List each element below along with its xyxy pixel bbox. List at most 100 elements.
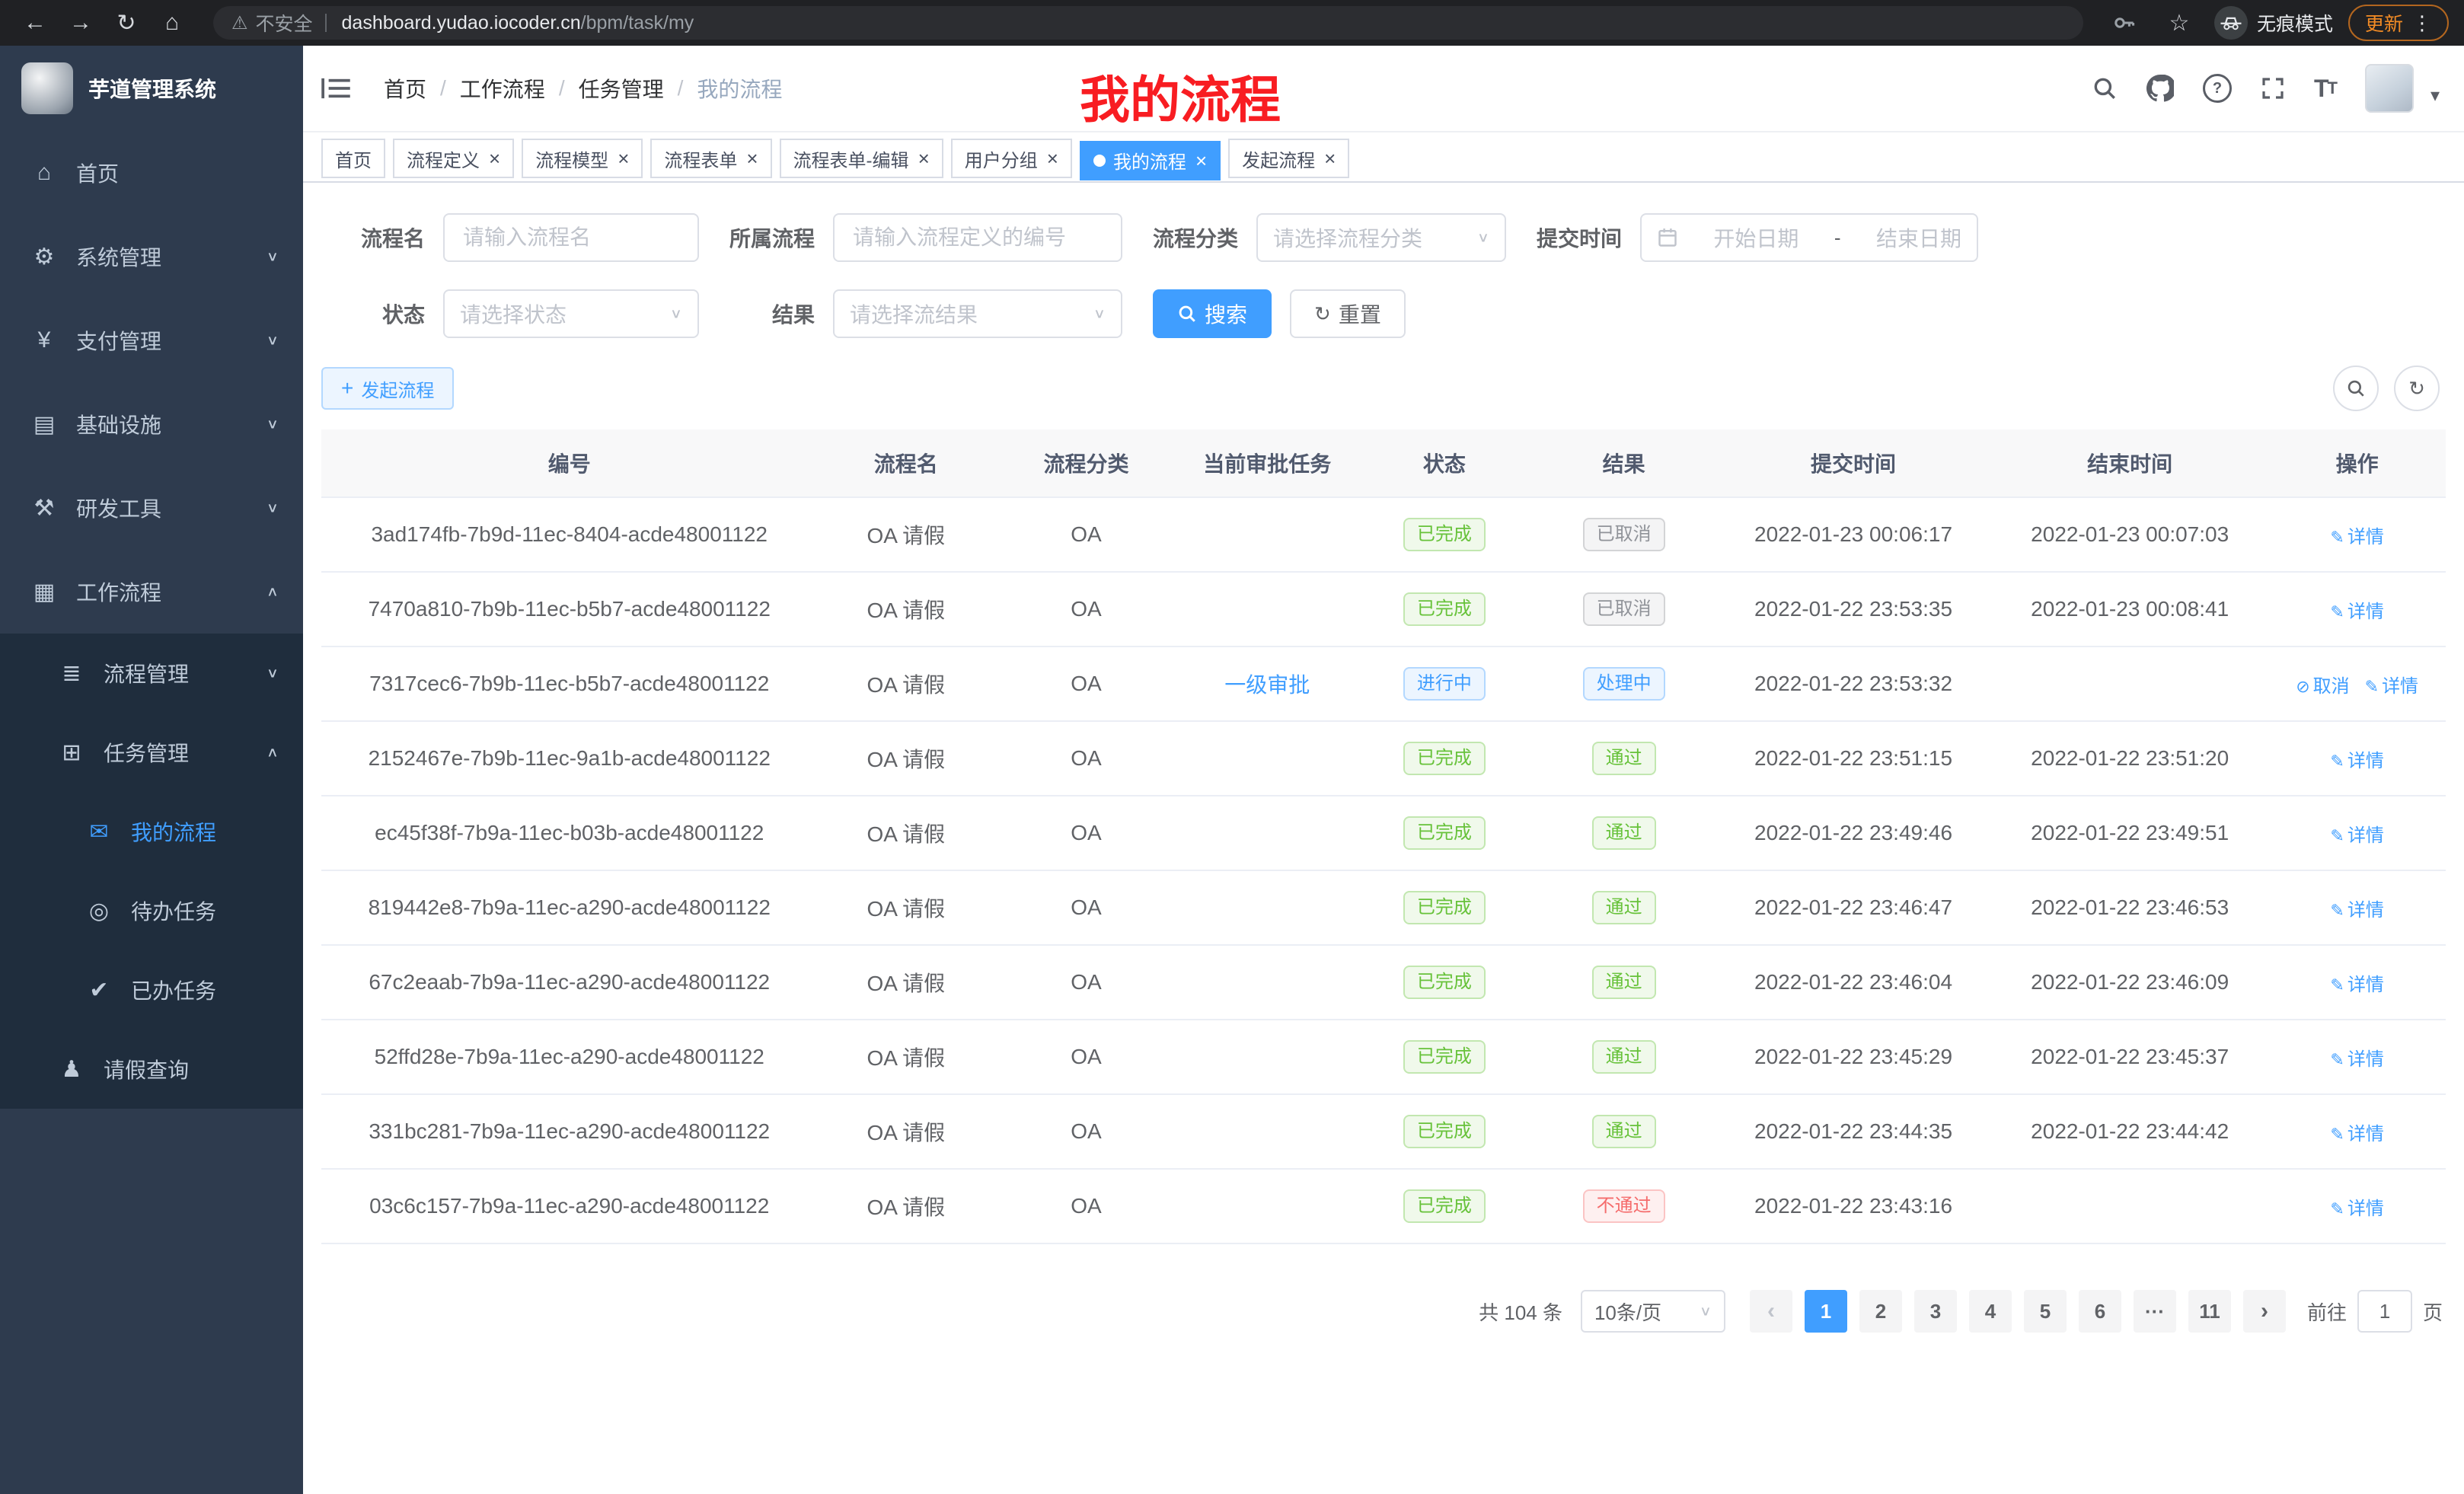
close-icon[interactable]: × (618, 148, 629, 168)
total-count: 共 104 条 (1479, 1298, 1562, 1326)
sidebar-item-home[interactable]: ⌂首页 (0, 131, 303, 215)
reset-button[interactable]: ↻ 重置 (1290, 289, 1406, 338)
back-icon[interactable]: ← (15, 5, 55, 41)
refresh-table-button[interactable]: ↻ (2394, 366, 2440, 411)
result-tag: 已取消 (1583, 592, 1665, 626)
user-avatar[interactable] (2365, 64, 2414, 113)
tab-process-form[interactable]: 流程表单× (650, 139, 771, 178)
tab-process-model[interactable]: 流程模型× (522, 139, 643, 178)
sidebar-item-dev-tools[interactable]: ⚒研发工具∨ (0, 466, 303, 550)
sidebar-item-task-management[interactable]: ⊞任务管理∧ (0, 713, 303, 792)
caret-down-icon[interactable]: ▾ (2430, 85, 2440, 113)
pagination-next-button[interactable]: › (2243, 1290, 2286, 1333)
cell-process-name: OA 请假 (817, 945, 994, 1020)
process-definition-input[interactable] (833, 213, 1122, 262)
detail-action-link[interactable]: ✎详情 (2330, 975, 2383, 995)
start-process-button[interactable]: + 发起流程 (321, 367, 454, 410)
detail-action-link[interactable]: ✎详情 (2330, 1124, 2383, 1144)
hamburger-icon[interactable] (303, 77, 365, 100)
close-icon[interactable]: × (1324, 148, 1336, 168)
close-icon[interactable]: × (1047, 148, 1058, 168)
sidebar-item-todo-task[interactable]: ◎待办任务 (0, 871, 303, 950)
close-icon[interactable]: × (1195, 151, 1207, 171)
detail-action-link[interactable]: ✎详情 (2330, 527, 2383, 547)
result-select[interactable]: 请选择流结果 ∨ (833, 289, 1122, 338)
page-size-select[interactable]: 10条/页 ∨ (1581, 1290, 1725, 1333)
status-select[interactable]: 请选择状态 ∨ (443, 289, 699, 338)
start-process-label: 发起流程 (361, 375, 434, 402)
browser-home-icon[interactable]: ⌂ (152, 5, 192, 41)
sidebar-item-my-process[interactable]: ✉我的流程 (0, 792, 303, 871)
pagination-page-3[interactable]: 3 (1914, 1290, 1957, 1333)
submit-time-range-picker[interactable]: 开始日期 - 结束日期 (1640, 213, 1978, 262)
breadcrumb-separator: / (440, 76, 446, 101)
tab-user-group[interactable]: 用户分组× (951, 139, 1072, 178)
sidebar-item-system-management[interactable]: ⚙系统管理∨ (0, 215, 303, 298)
search-icon[interactable] (2092, 75, 2118, 101)
action-icon: ✎ (2330, 975, 2344, 994)
toggle-search-button[interactable] (2333, 366, 2379, 411)
detail-action-link[interactable]: ✎详情 (2330, 825, 2383, 846)
process-name-input[interactable] (443, 213, 699, 262)
update-button[interactable]: 更新 ⋮ (2348, 5, 2449, 41)
close-icon[interactable]: × (489, 148, 500, 168)
sidebar-item-workflow[interactable]: ▦工作流程∧ (0, 550, 303, 634)
github-icon[interactable] (2146, 75, 2174, 102)
tab-process-form-edit[interactable]: 流程表单-编辑× (780, 139, 943, 178)
detail-action-link[interactable]: ✎详情 (2330, 751, 2383, 771)
column-header: 当前审批任务 (1178, 429, 1357, 497)
forward-icon[interactable]: → (61, 5, 101, 41)
close-icon[interactable]: × (918, 148, 930, 168)
tab-my-process[interactable]: 我的流程× (1080, 141, 1221, 180)
pagination-more-button[interactable]: ··· (2134, 1290, 2176, 1333)
sidebar-item-infrastructure[interactable]: ▤基础设施∨ (0, 382, 303, 466)
refresh-icon[interactable]: ↻ (107, 5, 146, 41)
pagination-page-6[interactable]: 6 (2079, 1290, 2121, 1333)
star-icon[interactable]: ☆ (2159, 5, 2199, 41)
pagination-prev-button[interactable]: ‹ (1750, 1290, 1792, 1333)
tab-start-process[interactable]: 发起流程× (1228, 139, 1349, 178)
detail-action-link[interactable]: ✎详情 (2365, 676, 2418, 697)
pagination-page-4[interactable]: 4 (1969, 1290, 2012, 1333)
tab-home[interactable]: 首页 (321, 139, 385, 178)
cell-category: OA (994, 1094, 1178, 1169)
key-icon[interactable] (2105, 5, 2144, 41)
cell-current-task (1178, 721, 1357, 796)
breadcrumb-workflow[interactable]: 工作流程 (460, 73, 545, 104)
chevron-down-icon: ∨ (1700, 1304, 1712, 1320)
breadcrumb-task-management[interactable]: 任务管理 (579, 73, 664, 104)
breadcrumb-separator: / (678, 76, 684, 101)
cell-current-task: 一级审批 (1178, 646, 1357, 721)
result-tag: 通过 (1592, 966, 1656, 999)
font-size-icon[interactable]: TT (2314, 75, 2336, 103)
pagination-page-1[interactable]: 1 (1805, 1290, 1847, 1333)
tab-process-definition[interactable]: 流程定义× (393, 139, 514, 178)
detail-action-link[interactable]: ✎详情 (2330, 602, 2383, 622)
help-icon[interactable]: ? (2203, 74, 2232, 103)
pagination-page-11[interactable]: 11 (2188, 1290, 2231, 1333)
page-unit-label: 页 (2423, 1298, 2443, 1326)
search-button[interactable]: 搜索 (1153, 289, 1272, 338)
status-tag: 已完成 (1403, 891, 1486, 924)
current-task-link[interactable]: 一级审批 (1224, 673, 1310, 697)
address-bar[interactable]: ⚠ 不安全 dashboard.yudao.iocoder.cn/bpm/tas… (213, 6, 2083, 40)
category-select[interactable]: 请选择流程分类 ∨ (1256, 213, 1506, 262)
sidebar-item-leave-query[interactable]: ♟请假查询 (0, 1030, 303, 1109)
detail-action-link[interactable]: ✎详情 (2330, 1049, 2383, 1070)
close-icon[interactable]: × (746, 148, 758, 168)
fullscreen-icon[interactable] (2261, 76, 2285, 101)
pagination-page-2[interactable]: 2 (1859, 1290, 1902, 1333)
cancel-action-link[interactable]: ⊘取消 (2296, 676, 2349, 697)
goto-page-input[interactable] (2357, 1290, 2412, 1333)
detail-action-link[interactable]: ✎详情 (2330, 900, 2383, 921)
chat-icon: ✉ (85, 819, 113, 845)
breadcrumb-home[interactable]: 首页 (384, 73, 426, 104)
detail-action-link[interactable]: ✎详情 (2330, 1199, 2383, 1219)
sidebar-item-done-task[interactable]: ✔已办任务 (0, 950, 303, 1030)
result-tag: 通过 (1592, 1040, 1656, 1074)
pagination-page-5[interactable]: 5 (2024, 1290, 2067, 1333)
sidebar-item-payment-management[interactable]: ¥支付管理∨ (0, 298, 303, 382)
cell-id: 52ffd28e-7b9a-11ec-a290-acde48001122 (321, 1020, 817, 1094)
menu-dots-icon[interactable]: ⋮ (2412, 11, 2432, 35)
sidebar-item-process-management[interactable]: ≣流程管理∨ (0, 634, 303, 713)
